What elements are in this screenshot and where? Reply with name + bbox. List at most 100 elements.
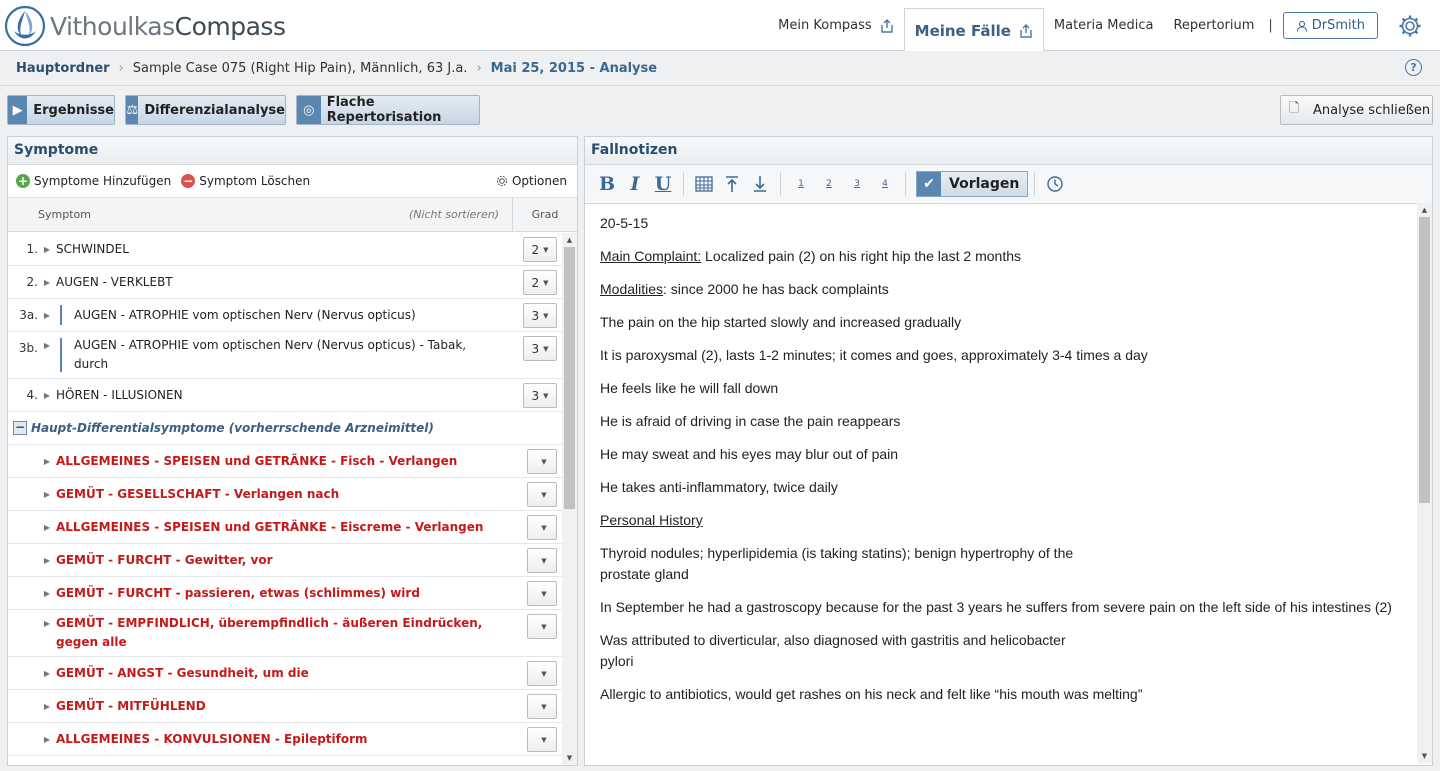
templates-button[interactable]: ✔ Vorlagen: [916, 171, 1029, 197]
breadcrumb-case[interactable]: Sample Case 075 (Right Hip Pain), Männli…: [133, 61, 468, 76]
col-sort-status[interactable]: (Nicht sortieren): [409, 208, 499, 221]
grade-dropdown[interactable]: 3 ▼: [523, 336, 557, 361]
heading-1-icon[interactable]: 1: [787, 170, 815, 198]
breadcrumb-analysis[interactable]: Mai 25, 2015 - Analyse: [491, 61, 657, 76]
grade-dropdown[interactable]: ▼: [527, 482, 557, 507]
expand-caret-icon[interactable]: ▶: [38, 735, 56, 744]
expand-caret-icon[interactable]: ▶: [38, 669, 56, 678]
grade-dropdown[interactable]: ▼: [527, 661, 557, 686]
differential-row[interactable]: ▶ GEMÜT - GESELLSCHAFT - Verlangen nach …: [8, 478, 563, 511]
scroll-down-icon[interactable]: ▼: [562, 751, 577, 765]
differential-row[interactable]: ▶ GEMÜT - MITFÜHLEND ▼: [8, 690, 563, 723]
scrollbar-thumb[interactable]: [1419, 217, 1430, 503]
dropdown-arrow-icon: ▼: [543, 311, 549, 320]
expand-caret-icon[interactable]: ▶: [38, 341, 56, 350]
grade-dropdown[interactable]: 2 ▼: [523, 237, 557, 262]
scroll-down-icon[interactable]: ▼: [1417, 749, 1432, 763]
nav-repertorium[interactable]: Repertorium: [1163, 0, 1264, 51]
scrollbar-thumb[interactable]: [564, 247, 575, 509]
delete-symptom-button[interactable]: − Symptom Löschen: [181, 174, 310, 188]
history-icon[interactable]: [1041, 170, 1069, 198]
note-paragraph: In September he had a gastroscopy becaus…: [600, 599, 1392, 615]
grade-dropdown[interactable]: 2 ▼: [523, 270, 557, 295]
collapse-icon[interactable]: −: [13, 421, 27, 435]
expand-caret-icon[interactable]: ▶: [38, 619, 56, 628]
results-button[interactable]: ▶ Ergebnisse: [7, 95, 115, 125]
expand-caret-icon[interactable]: ▶: [38, 457, 56, 466]
differential-row[interactable]: ▶ ALLGEMEINES - SPEISEN und GETRÄNKE - E…: [8, 511, 563, 544]
symptoms-actions: + Symptome Hinzufügen − Symptom Löschen …: [8, 165, 577, 198]
group-bracket: [60, 305, 62, 325]
scroll-up-icon[interactable]: ▲: [1417, 203, 1432, 217]
scroll-up-icon[interactable]: ▲: [562, 233, 577, 247]
grade-dropdown[interactable]: ▼: [527, 727, 557, 752]
grade-dropdown[interactable]: ▼: [527, 449, 557, 474]
expand-caret-icon[interactable]: ▶: [38, 278, 56, 287]
heading-3-icon[interactable]: 3: [843, 170, 871, 198]
grade-dropdown[interactable]: 3 ▼: [523, 383, 557, 408]
col-grade[interactable]: Grad: [512, 197, 577, 232]
heading-4-icon[interactable]: 4: [871, 170, 899, 198]
table-icon[interactable]: [690, 170, 718, 198]
flat-repertorisation-button[interactable]: ◎ Flache Repertorisation: [296, 95, 480, 125]
symptom-row[interactable]: 3b. ▶ AUGEN - ATROPHIE vom optischen Ner…: [8, 332, 563, 379]
underline-button[interactable]: U: [649, 170, 677, 198]
grade-dropdown[interactable]: ▼: [527, 515, 557, 540]
expand-caret-icon[interactable]: ▶: [38, 702, 56, 711]
case-notes-editor[interactable]: 20-5-15 Main Complaint: Localized pain (…: [585, 205, 1417, 763]
export-icon[interactable]: [1019, 23, 1033, 38]
differential-row[interactable]: ▶ ALLGEMEINES - SPEISEN und GETRÄNKE - F…: [8, 445, 563, 478]
nav-meine-faelle[interactable]: Meine Fälle: [903, 8, 1044, 52]
expand-caret-icon[interactable]: ▶: [38, 523, 56, 532]
symptom-row[interactable]: 1. ▶ SCHWINDEL 2 ▼: [8, 233, 563, 266]
differential-row[interactable]: ▶ GEMÜT - ANGST - Gesundheit, um die ▼: [8, 657, 563, 690]
scale-icon: ⚖: [126, 96, 139, 124]
differential-text: ALLGEMEINES - SPEISEN und GETRÄNKE - Eis…: [56, 519, 484, 534]
expand-caret-icon[interactable]: ▶: [38, 490, 56, 499]
user-button[interactable]: DrSmith: [1282, 12, 1378, 39]
breadcrumb-root[interactable]: Hauptordner: [16, 61, 110, 76]
grade-dropdown[interactable]: ▼: [527, 548, 557, 573]
bold-button[interactable]: B: [593, 170, 621, 198]
grade-dropdown[interactable]: 3 ▼: [523, 303, 557, 328]
case-notes-title: Fallnotizen: [585, 137, 1432, 165]
symptom-table-header: Symptom (Nicht sortieren) Grad: [8, 197, 577, 232]
italic-button[interactable]: I: [621, 170, 649, 198]
symptom-row[interactable]: 2. ▶ AUGEN - VERKLEBT 2 ▼: [8, 266, 563, 299]
expand-caret-icon[interactable]: ▶: [38, 589, 56, 598]
heading-2-icon[interactable]: 2: [815, 170, 843, 198]
grade-dropdown[interactable]: ▼: [527, 614, 557, 639]
differential-analysis-button[interactable]: ⚖ Differenzialanalyse: [125, 95, 286, 125]
differential-row[interactable]: ▶ GEMÜT - EMPFINDLICH, überempfindlich -…: [8, 610, 563, 657]
expand-caret-icon[interactable]: ▶: [38, 556, 56, 565]
app-logo[interactable]: VithoulkasCompass: [4, 4, 286, 48]
nav-mein-kompass[interactable]: Mein Kompass: [768, 0, 903, 51]
differential-group-header[interactable]: − Haupt-Differentialsymptome (vorherrsch…: [8, 412, 563, 445]
add-symptom-button[interactable]: + Symptome Hinzufügen: [16, 174, 171, 188]
export-icon[interactable]: [880, 18, 894, 33]
differential-row[interactable]: ▶ GEMÜT - FURCHT - Gewitter, vor ▼: [8, 544, 563, 577]
differential-row[interactable]: ▶ GEMÜT - FURCHT - passieren, etwas (sch…: [8, 577, 563, 610]
move-bottom-icon[interactable]: [746, 170, 774, 198]
symptom-row[interactable]: 3a. ▶ AUGEN - ATROPHIE vom optischen Ner…: [8, 299, 563, 332]
expand-caret-icon[interactable]: ▶: [38, 391, 56, 400]
move-top-icon[interactable]: [718, 170, 746, 198]
symptom-list-scrollbar[interactable]: ▲ ▼: [562, 233, 577, 765]
symptom-row[interactable]: 4. ▶ HÖREN - ILLUSIONEN 3 ▼: [8, 379, 563, 412]
modalities-label: Modalities: [600, 281, 664, 297]
differential-row[interactable]: ▶ ALLGEMEINES - KONVULSIONEN - Epileptif…: [8, 723, 563, 756]
grade-dropdown[interactable]: ▼: [527, 581, 557, 606]
col-symptom[interactable]: Symptom: [38, 208, 91, 221]
help-icon[interactable]: ?: [1405, 59, 1422, 76]
grade-dropdown[interactable]: ▼: [527, 694, 557, 719]
differential-text: ALLGEMEINES - SPEISEN und GETRÄNKE - Fis…: [56, 453, 458, 468]
expand-caret-icon[interactable]: ▶: [38, 311, 56, 320]
notes-scrollbar[interactable]: ▲ ▼: [1417, 203, 1432, 763]
options-button[interactable]: Optionen: [495, 174, 567, 188]
expand-caret-icon[interactable]: ▶: [38, 245, 56, 254]
user-name: DrSmith: [1311, 18, 1365, 33]
settings-gear-icon[interactable]: [1398, 14, 1422, 38]
nav-materia-medica[interactable]: Materia Medica: [1044, 0, 1164, 51]
dropdown-arrow-icon: ▼: [541, 735, 547, 744]
close-analysis-button[interactable]: 🗋 Analyse schließen: [1280, 95, 1433, 125]
